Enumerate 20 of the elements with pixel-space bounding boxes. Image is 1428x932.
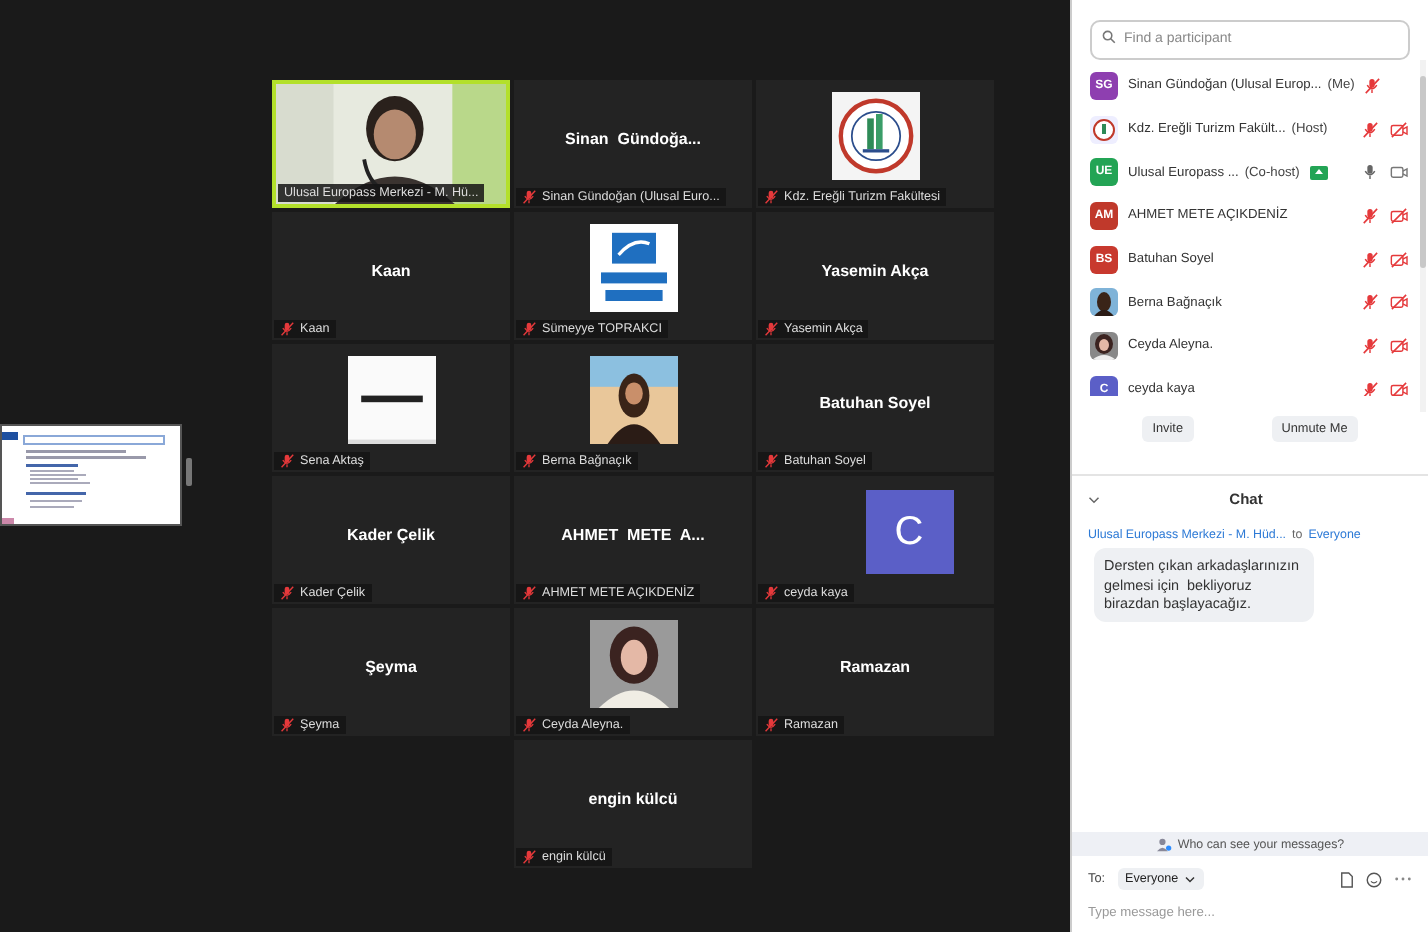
file-icon[interactable] bbox=[1340, 871, 1354, 887]
more-icon[interactable] bbox=[1394, 876, 1412, 882]
scrollbar[interactable] bbox=[1420, 60, 1426, 412]
participant-name: Sinan Gündoğa... bbox=[565, 129, 701, 147]
participant-name: engin külcü bbox=[588, 789, 678, 807]
screen-share-thumbnail[interactable] bbox=[0, 424, 182, 526]
participant-name: Yasemin Akça bbox=[821, 261, 929, 279]
participant-name: Kader Çelik bbox=[346, 525, 436, 543]
participant-name: Ramazan bbox=[839, 657, 911, 675]
emoji-icon[interactable] bbox=[1366, 871, 1382, 887]
participant-name: Batuhan Soyel bbox=[819, 393, 931, 411]
participant-name: Şeyma bbox=[365, 657, 417, 675]
participant-name: Kaan bbox=[371, 261, 411, 279]
search-icon bbox=[1102, 29, 1116, 43]
drag-handle[interactable] bbox=[186, 458, 192, 486]
participant-name: AHMET METE A... bbox=[561, 525, 705, 543]
caret-icon bbox=[1184, 875, 1197, 883]
avatar: C bbox=[865, 490, 953, 574]
people-icon bbox=[1155, 837, 1172, 851]
collapse-chevron-icon[interactable] bbox=[1088, 495, 1100, 503]
